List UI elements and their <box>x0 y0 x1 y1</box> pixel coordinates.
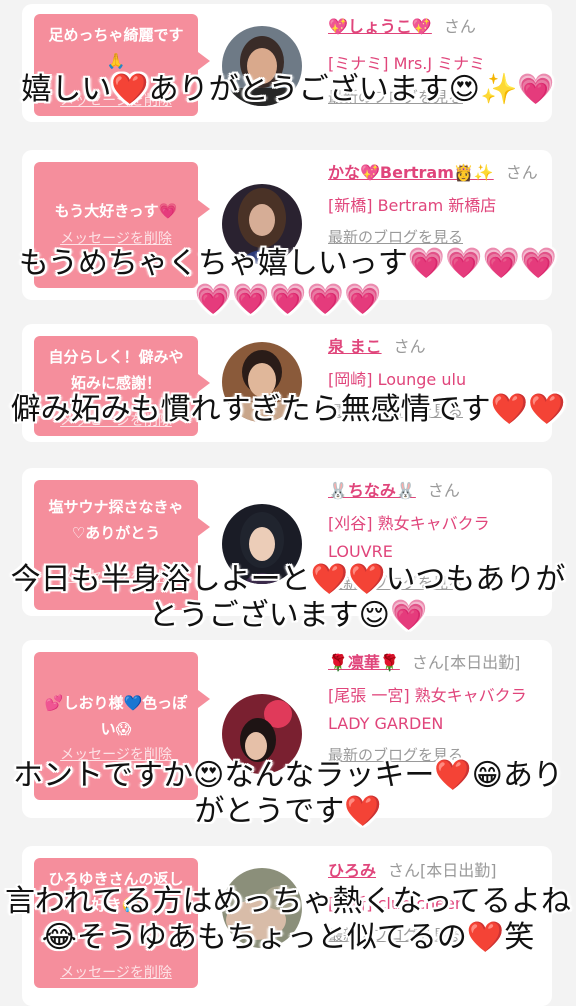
message-text: もう大好きっす💗 <box>54 202 178 220</box>
delete-message-link[interactable]: メッセージを削除 <box>34 228 198 248</box>
latest-blog-link[interactable]: 最新のブログを見る <box>328 226 542 247</box>
reply-caption: もうめちゃくちゃ嬉しいっす💗💗💗💗💗💗💗💗💗 <box>18 246 558 317</box>
message-text: 足めっちゃ綺麗です🙏 <box>48 26 184 70</box>
user-name-link[interactable]: 🐰ちなみ🐰 <box>328 481 416 500</box>
message-text: 塩サウナ探さなきゃ♡ありがとう <box>48 498 184 542</box>
user-name-link[interactable]: 💖しょうこ💖 <box>328 17 432 36</box>
name-line: 泉 まこ さん <box>328 334 542 360</box>
name-line: かな💖Bertram👸✨ さん <box>328 160 542 186</box>
reply-caption: 僻み妬みも慣れすぎたら無感情です❤️❤️ <box>10 392 566 427</box>
name-line: 💖しょうこ💖 さん <box>328 14 542 40</box>
honorific: さん[本日出勤] <box>411 653 521 672</box>
name-line: ひろみ さん[本日出勤] <box>328 858 542 884</box>
name-line: 🐰ちなみ🐰 さん <box>328 478 542 504</box>
user-name-link[interactable]: 泉 まこ <box>328 337 382 356</box>
shop-name: [刈谷] 熟女キャバクラ LOUVRE <box>328 514 490 561</box>
shop-name: [尾張 一宮] 熟女キャバクラ LADY GARDEN <box>328 686 527 733</box>
delete-message-link[interactable]: メッセージを削除 <box>34 962 198 982</box>
honorific: さん <box>393 337 426 356</box>
message-text: 自分らしく！僻みや妬みに感謝！ <box>48 348 184 392</box>
user-name-link[interactable]: 🌹凛華🌹 <box>328 653 400 672</box>
user-name-link[interactable]: かな💖Bertram👸✨ <box>328 163 494 182</box>
shop-name: [岡崎] Lounge ulu <box>328 370 467 389</box>
message-text: 💕しおり様💙色っぽい😱 <box>44 694 188 738</box>
reply-caption: 嬉しい❤️ありがとうございます😍✨💗 <box>21 72 555 107</box>
user-name-link[interactable]: ひろみ <box>328 861 376 880</box>
honorific: さん <box>505 163 538 182</box>
reply-caption: 今日も半身浴しよーと❤️❤️いつもありがとうございます😌💗 <box>10 562 566 633</box>
shop-name: [新橋] Bertram 新橋店 <box>328 196 497 215</box>
name-line: 🌹凛華🌹 さん[本日出勤] <box>328 650 542 676</box>
honorific: さん <box>443 17 476 36</box>
reply-caption: ホントですか😍なんなラッキー❤️😁ありがとうです❤️ <box>13 758 563 829</box>
reply-caption: 言われてる方はめっちゃ熱くなってるよね😂そうゆあもちょっと似てるの❤️笑 <box>4 884 572 955</box>
honorific: さん <box>427 481 460 500</box>
honorific: さん[本日出勤] <box>388 861 497 880</box>
user-info: かな💖Bertram👸✨ さん [新橋] Bertram 新橋店 最新のブログを見… <box>328 160 542 247</box>
user-info: 🌹凛華🌹 さん[本日出勤] [尾張 一宮] 熟女キャバクラ LADY GARDEN… <box>328 650 542 765</box>
